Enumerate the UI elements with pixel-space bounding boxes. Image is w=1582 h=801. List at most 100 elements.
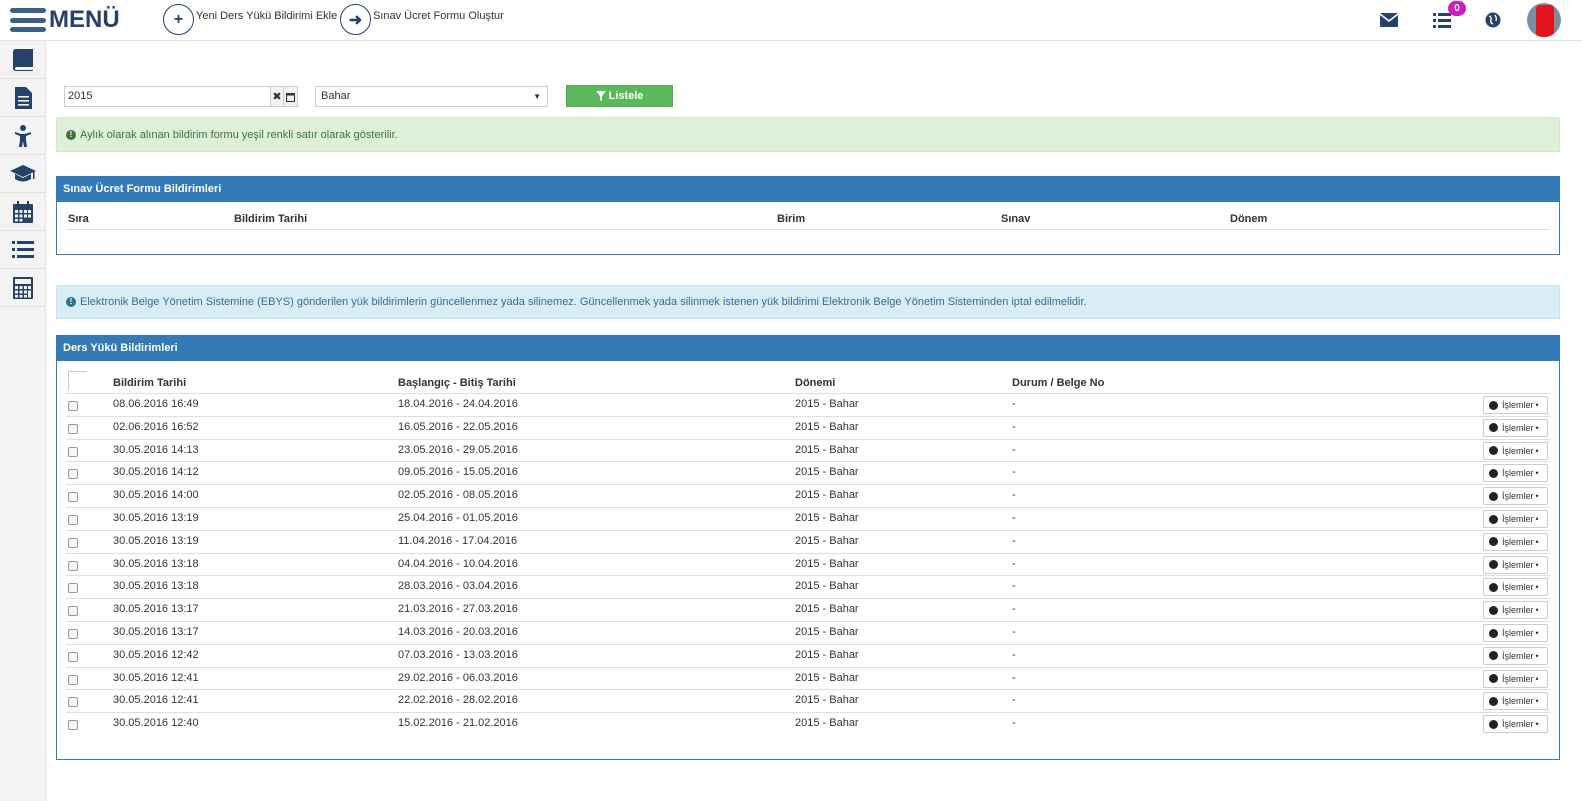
term-select-value: Bahar [321, 90, 351, 102]
exam-fee-panel: Sınav Ücret Formu Bildirimleri Sıra Bild… [56, 176, 1560, 255]
row-actions-button[interactable]: İşlemler • [1483, 578, 1548, 597]
term-select[interactable]: Bahar ▼ [315, 86, 548, 107]
caret-icon: • [1535, 605, 1539, 616]
row-date-range: 02.05.2016 - 08.05.2016 [398, 489, 518, 502]
row-actions-button[interactable]: İşlemler • [1483, 646, 1548, 665]
row-notification-date: 30.05.2016 12:42 [113, 648, 199, 661]
row-term: 2015 - Bahar [795, 534, 859, 547]
row-term: 2015 - Bahar [795, 603, 859, 616]
gear-icon [1489, 651, 1498, 661]
avatar[interactable] [1527, 3, 1561, 37]
row-status: - [1012, 603, 1016, 616]
row-checkbox[interactable] [68, 583, 78, 594]
row-actions-button[interactable]: İşlemler • [1483, 715, 1548, 734]
row-checkbox[interactable] [68, 492, 78, 503]
menu-button[interactable]: MENÜ [10, 6, 120, 34]
row-actions-button[interactable]: İşlemler • [1483, 396, 1548, 414]
row-checkbox[interactable] [68, 401, 78, 411]
monthly-info-alert: ! Aylık olarak alınan bildirim formu yeş… [56, 117, 1560, 152]
row-checkbox[interactable] [68, 515, 78, 525]
row-term: 2015 - Bahar [795, 398, 859, 410]
row-date-range: 11.04.2016 - 17.04.2016 [398, 534, 518, 547]
column-header-status: Durum / Belge No [1012, 377, 1105, 389]
row-actions-label: İşlemler [1502, 422, 1534, 433]
column-header-term: Dönem [1230, 213, 1268, 225]
row-actions-label: İşlemler [1502, 628, 1534, 638]
row-actions-button[interactable]: İşlemler • [1483, 532, 1548, 551]
row-term: 2015 - Bahar [795, 420, 859, 433]
calculator-icon[interactable] [0, 269, 46, 307]
row-actions-button[interactable]: İşlemler • [1483, 555, 1548, 574]
row-notification-date: 30.05.2016 12:41 [113, 694, 199, 707]
row-actions-button[interactable]: İşlemler • [1483, 601, 1548, 620]
row-term: 2015 - Bahar [795, 671, 859, 684]
row-actions-button[interactable]: İşlemler • [1483, 441, 1548, 460]
table-row: 30.05.2016 14:13 23.05.2016 - 29.05.2016 2… [66, 438, 1550, 462]
calendar-icon[interactable] [0, 193, 46, 231]
envelope-icon[interactable] [1379, 10, 1399, 30]
row-checkbox[interactable] [68, 469, 78, 480]
row-date-range: 28.03.2016 - 03.04.2016 [398, 580, 518, 593]
caret-icon: • [1535, 468, 1539, 479]
row-status: - [1012, 580, 1016, 593]
row-checkbox[interactable] [68, 697, 78, 708]
row-term: 2015 - Bahar [795, 626, 859, 638]
caret-icon: • [1535, 514, 1539, 524]
table-row: 08.06.2016 16:49 18.04.2016 - 24.04.2016 2… [66, 393, 1550, 416]
row-actions-label: İşlemler [1502, 400, 1534, 410]
table-row: 30.05.2016 13:18 28.03.2016 - 03.04.2016 2… [66, 575, 1550, 598]
row-date-range: 23.05.2016 - 29.05.2016 [398, 443, 518, 456]
row-checkbox[interactable] [68, 720, 78, 731]
list-icon[interactable] [0, 231, 46, 269]
book-icon[interactable] [0, 41, 46, 79]
calendar-picker-icon[interactable] [283, 86, 298, 107]
row-actions-button[interactable]: İşlemler • [1483, 487, 1548, 506]
row-notification-date: 30.05.2016 14:12 [113, 466, 199, 479]
row-checkbox[interactable] [68, 674, 78, 685]
clear-icon[interactable]: ✖ [270, 86, 284, 107]
document-icon[interactable] [0, 79, 46, 117]
column-header-unit: Birim [777, 213, 806, 225]
row-actions-button[interactable]: İşlemler • [1483, 510, 1548, 528]
row-date-range: 15.02.2016 - 21.02.2016 [398, 717, 518, 730]
gear-icon [1489, 696, 1498, 706]
row-actions-button[interactable]: İşlemler • [1483, 624, 1548, 642]
list-button[interactable]: Listele [566, 85, 673, 107]
gear-icon [1489, 582, 1498, 592]
row-actions-label: İşlemler [1502, 696, 1534, 707]
course-load-panel: Ders Yükü Bildirimleri Bildirim Tarihi B… [56, 335, 1560, 760]
row-checkbox[interactable] [68, 423, 78, 434]
column-header-term: Dönemi [795, 377, 836, 389]
row-actions-button[interactable]: İşlemler • [1483, 464, 1548, 483]
row-checkbox[interactable] [68, 629, 78, 639]
chevron-down-icon: ▼ [533, 92, 541, 101]
row-checkbox[interactable] [68, 651, 78, 662]
year-input[interactable]: 2015 [64, 86, 271, 107]
row-checkbox[interactable] [68, 606, 78, 617]
caret-icon: • [1535, 582, 1539, 593]
graduation-cap-icon[interactable] [0, 155, 46, 193]
row-checkbox[interactable] [68, 446, 78, 457]
row-actions-button[interactable]: İşlemler • [1483, 418, 1548, 437]
row-checkbox[interactable] [68, 537, 78, 548]
add-load-notification-button[interactable]: + Yeni Ders Yükü Bildirimi Ekle [163, 4, 337, 35]
row-actions-button[interactable]: İşlemler • [1483, 669, 1548, 688]
column-header-date-range: Başlangıç - Bitiş Tarihi [398, 377, 516, 389]
row-actions-label: İşlemler [1502, 605, 1534, 616]
column-header-notification-date: Bildirim Tarihi [113, 377, 187, 389]
child-icon[interactable] [0, 117, 46, 155]
row-checkbox[interactable] [68, 560, 78, 571]
create-exam-fee-form-button[interactable]: ➜ Sınav Ücret Formu Oluştur [340, 4, 504, 35]
table-row: 30.05.2016 12:41 29.02.2016 - 06.03.2016 2… [66, 666, 1550, 690]
row-term: 2015 - Bahar [795, 694, 859, 707]
row-status: - [1012, 489, 1016, 502]
row-term: 2015 - Bahar [795, 489, 859, 502]
table-row: 30.05.2016 14:12 09.05.2016 - 15.05.2016 2… [66, 461, 1550, 484]
select-all-checkbox[interactable] [68, 371, 87, 390]
row-date-range: 04.04.2016 - 10.04.2016 [398, 557, 518, 570]
globe-icon[interactable] [1483, 10, 1503, 30]
menu-label: MENÜ [49, 6, 120, 33]
table-row: 30.05.2016 13:17 14.03.2016 - 20.03.2016 2… [66, 621, 1550, 644]
row-actions-button[interactable]: İşlemler • [1483, 692, 1548, 711]
column-header-notification-date: Bildirim Tarihi [234, 213, 308, 225]
